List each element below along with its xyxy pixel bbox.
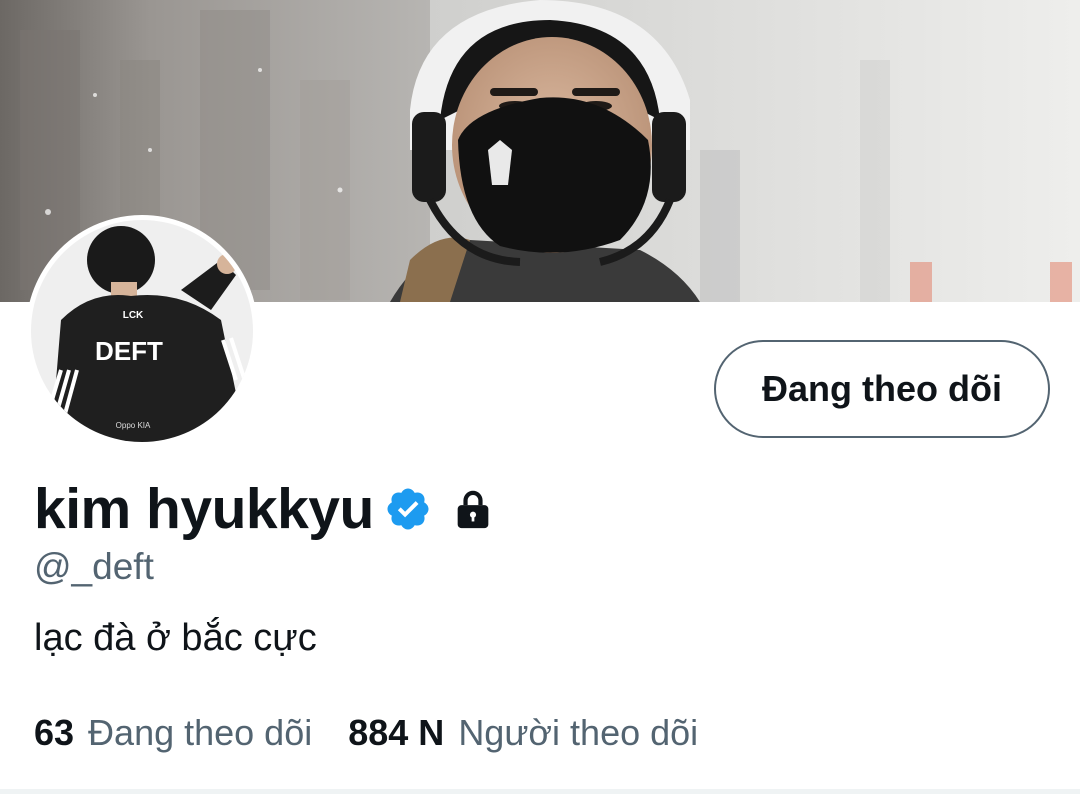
verified-badge-icon[interactable] bbox=[384, 485, 432, 533]
jacket-logo: LCK bbox=[123, 310, 144, 321]
profile-stats: 63 Đang theo dõi 884 N Người theo dõi bbox=[34, 712, 698, 754]
following-count: 63 bbox=[34, 712, 75, 753]
followers-count: 884 N bbox=[348, 712, 445, 753]
following-stat-link[interactable]: 63 Đang theo dõi bbox=[34, 712, 312, 754]
following-button[interactable]: Đang theo dõi bbox=[714, 340, 1050, 438]
profile-handle: @_deft bbox=[34, 546, 154, 587]
jacket-name: DEFT bbox=[95, 336, 163, 366]
display-name: kim hyukkyu bbox=[34, 477, 374, 541]
following-label: Đang theo dõi bbox=[88, 712, 313, 753]
lock-icon bbox=[450, 486, 496, 532]
following-button-label: Đang theo dõi bbox=[762, 368, 1002, 409]
divider bbox=[0, 789, 1080, 794]
profile-bio: lạc đà ở bắc cực bbox=[34, 617, 317, 659]
followers-label: Người theo dõi bbox=[458, 712, 699, 753]
profile-avatar[interactable]: LCK DEFT Oppo KIA bbox=[26, 215, 258, 447]
name-row: kim hyukkyu bbox=[34, 474, 496, 544]
jacket-sponsor: Oppo KIA bbox=[116, 421, 151, 430]
avatar-image: LCK DEFT Oppo KIA bbox=[31, 220, 253, 442]
followers-stat-link[interactable]: 884 N Người theo dõi bbox=[348, 712, 698, 754]
